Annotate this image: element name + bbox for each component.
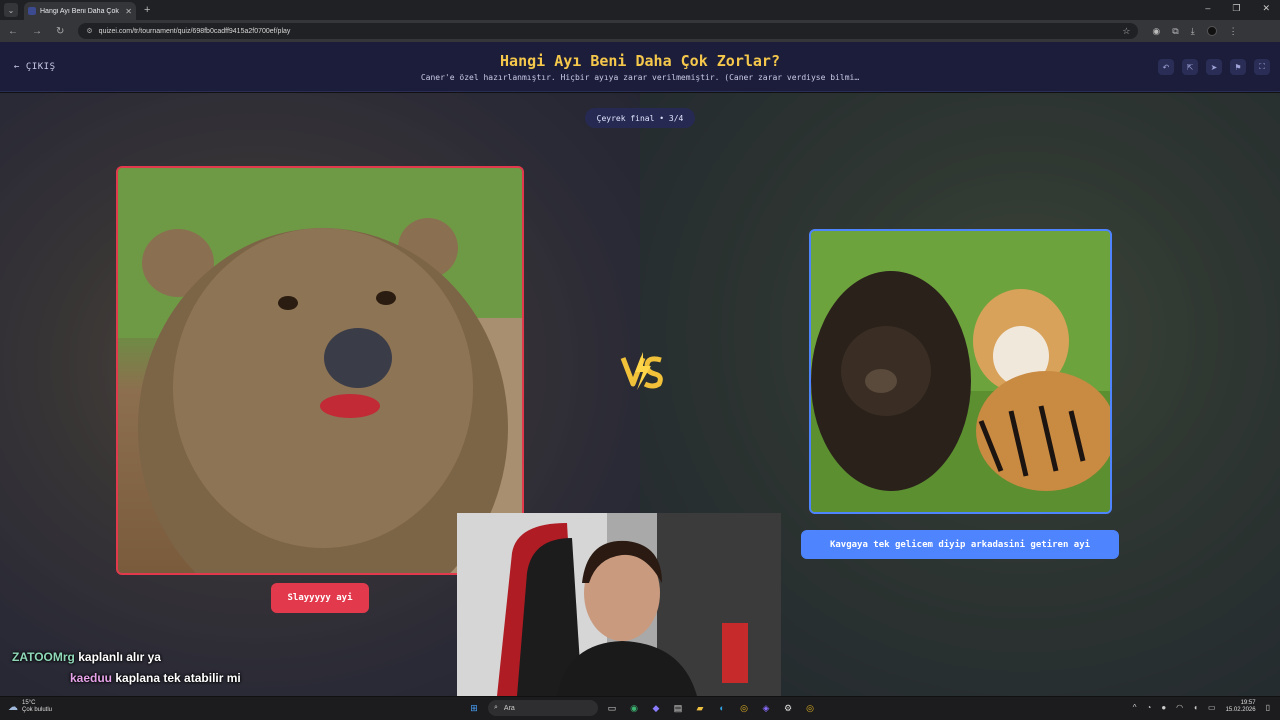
- date: 15.02.2026: [1225, 707, 1256, 713]
- mic-icon[interactable]: ●: [1161, 703, 1166, 712]
- browser-tab-bar: ⌄ Hangi Ayı Beni Daha Çok Zorla... ✕ + –…: [0, 0, 1280, 20]
- bookmark-star-icon[interactable]: ☆: [1122, 26, 1130, 37]
- volume-icon[interactable]: ◖: [1193, 703, 1198, 712]
- task-view-icon[interactable]: ▭: [604, 700, 620, 716]
- taskbar-apps: ⊞ ⌕ Ara ▭ ◉ ◆ ▤ ▰ ◐ ◎ ◈ ⚙ ◎: [466, 700, 818, 716]
- new-tab-icon[interactable]: +: [144, 4, 150, 16]
- right-option-card[interactable]: [809, 229, 1112, 514]
- streamer-image: [457, 513, 781, 696]
- close-tab-icon[interactable]: ✕: [125, 7, 132, 16]
- undo-icon[interactable]: ↶: [1158, 59, 1174, 75]
- page-header: ← ÇIKIŞ Hangi Ayı Beni Daha Çok Zorlar? …: [0, 42, 1280, 92]
- versus-icon: [620, 352, 663, 390]
- chrome-icon[interactable]: ◎: [736, 700, 752, 716]
- extensions: ◉ ⧉ ⤓ ⋮: [1152, 26, 1238, 37]
- chat-message: ZATOOMrg kaplanlı alır ya: [12, 650, 161, 664]
- round-badge: Çeyrek final • 3/4: [585, 108, 695, 128]
- system-tray: ^ ◔ ● ◠ ◖ ▭ 19:57 15.02.2026 ▯: [1133, 700, 1270, 714]
- chat-text: kaplana tek atabilir mi: [115, 671, 241, 685]
- right-option-label[interactable]: Kavgaya tek gelicem diyip arkadasini get…: [801, 530, 1119, 559]
- chat-message: kaeduu kaplana tek atabilir mi: [70, 671, 241, 685]
- chevron-up-icon[interactable]: ^: [1133, 703, 1137, 712]
- edge-icon[interactable]: ◐: [714, 700, 730, 716]
- chat-text: kaplanlı alır ya: [78, 650, 161, 664]
- url-text: quizei.com/tr/tournament/quiz/698fb0cadf…: [98, 27, 291, 35]
- minimize-icon[interactable]: –: [1205, 3, 1210, 14]
- app-icon[interactable]: ◆: [648, 700, 664, 716]
- weather-temp: 15°C: [22, 700, 36, 706]
- back-icon[interactable]: ←: [8, 26, 18, 37]
- taskbar-search[interactable]: ⌕ Ara: [488, 700, 598, 716]
- reload-icon[interactable]: ↻: [56, 26, 64, 37]
- weather-desc: Çok bulutlu: [22, 707, 53, 713]
- clock[interactable]: 19:57 15.02.2026: [1226, 700, 1256, 714]
- app-icon[interactable]: ⚙: [780, 700, 796, 716]
- wifi-icon[interactable]: ◠: [1176, 703, 1183, 712]
- close-window-icon[interactable]: ✕: [1262, 3, 1270, 14]
- profile-avatar[interactable]: [1206, 26, 1217, 36]
- left-option-label[interactable]: Slayyyyy ayi: [271, 583, 369, 613]
- flag-icon[interactable]: ⚑: [1230, 59, 1246, 75]
- notification-icon[interactable]: ▯: [1266, 703, 1270, 712]
- matchup-stage: Çeyrek final • 3/4 Slayyyyy ayi Kavgaya …: [0, 93, 1280, 696]
- download-icon[interactable]: ⤓: [1191, 26, 1195, 37]
- forward-icon[interactable]: →: [32, 26, 42, 37]
- taskbar: ☁ 15°C Çok bulutlu ⊞ ⌕ Ara ▭ ◉ ◆ ▤ ▰ ◐ ◎…: [0, 697, 1280, 720]
- browser-tab[interactable]: Hangi Ayı Beni Daha Çok Zorla... ✕: [24, 2, 136, 20]
- url-bar[interactable]: ⚙ quizei.com/tr/tournament/quiz/698fb0ca…: [78, 23, 1139, 39]
- weather-widget[interactable]: ☁ 15°C Çok bulutlu: [8, 700, 52, 714]
- puzzle-icon[interactable]: ⧉: [1172, 26, 1178, 37]
- menu-dots-icon[interactable]: ⋮: [1229, 26, 1238, 37]
- start-icon[interactable]: ⊞: [466, 700, 482, 716]
- search-label: Ara: [503, 704, 515, 712]
- webcam-overlay: [457, 513, 781, 696]
- fullscreen-icon[interactable]: ⛶: [1254, 59, 1270, 75]
- search-icon: ⌕: [494, 704, 498, 711]
- favicon-icon: [28, 7, 36, 15]
- address-toolbar: ← → ↻ ⚙ quizei.com/tr/tournament/quiz/69…: [0, 20, 1280, 42]
- discord-icon[interactable]: ◈: [758, 700, 774, 716]
- battery-icon[interactable]: ▭: [1208, 703, 1216, 712]
- chrome-icon[interactable]: ◎: [802, 700, 818, 716]
- extension-icon[interactable]: ◉: [1152, 26, 1160, 37]
- app-icon[interactable]: ▤: [670, 700, 686, 716]
- tray-icon[interactable]: ◔: [1146, 703, 1151, 712]
- maximize-icon[interactable]: ❐: [1232, 3, 1240, 14]
- header-actions: ↶ ⇱ ➤ ⚑ ⛶: [1158, 59, 1270, 75]
- tab-title: Hangi Ayı Beni Daha Çok Zorla...: [40, 7, 121, 15]
- time: 19:57: [1240, 700, 1256, 706]
- window-controls: – ❐ ✕: [1205, 3, 1270, 14]
- send-icon[interactable]: ➤: [1206, 59, 1222, 75]
- quiz-title: Hangi Ayı Beni Daha Çok Zorlar?: [500, 52, 780, 70]
- tab-search-icon[interactable]: ⌄: [4, 3, 18, 17]
- nav-buttons: ← → ↻: [8, 26, 64, 37]
- chat-username: ZATOOMrg: [12, 650, 75, 664]
- bear-and-tiger-image: [811, 231, 1110, 512]
- file-explorer-icon[interactable]: ▰: [692, 700, 708, 716]
- chat-username: kaeduu: [70, 671, 113, 685]
- cloud-icon: ☁: [8, 701, 18, 713]
- share-icon[interactable]: ⇱: [1182, 59, 1198, 75]
- site-info-icon[interactable]: ⚙: [86, 27, 92, 35]
- quiz-subtitle: Caner'e özel hazırlanmıştır. Hiçbir ayıy…: [420, 73, 860, 82]
- app-icon[interactable]: ◉: [626, 700, 642, 716]
